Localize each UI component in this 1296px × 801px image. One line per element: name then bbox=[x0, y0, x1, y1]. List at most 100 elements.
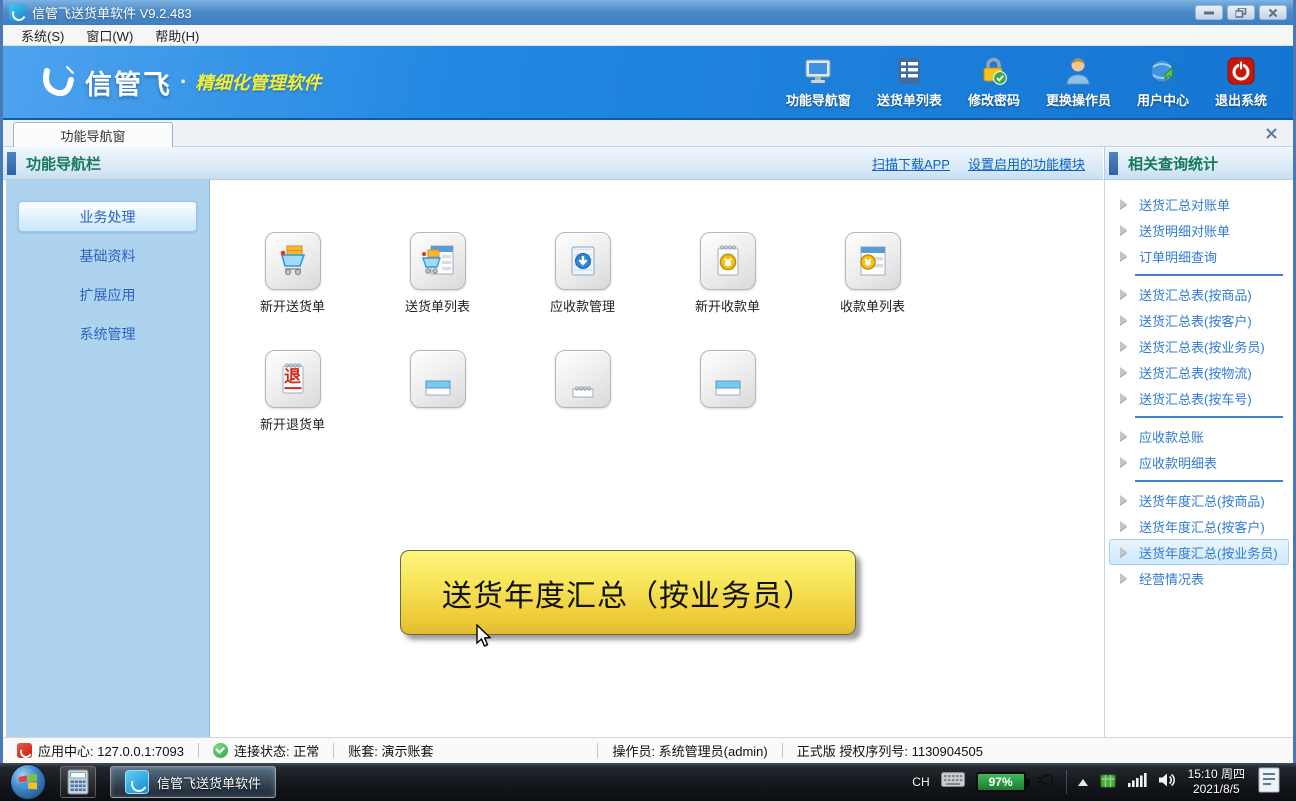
toolbar-user-center-button[interactable]: 用户中心 bbox=[1137, 55, 1189, 109]
language-indicator[interactable]: CH bbox=[912, 775, 929, 789]
menu-window[interactable]: 窗口(W) bbox=[76, 25, 143, 46]
sidebar-item-extensions[interactable]: 扩展应用 bbox=[18, 279, 197, 310]
module-settings-link[interactable]: 设置启用的功能模块 bbox=[968, 154, 1085, 173]
action-center-icon[interactable] bbox=[1256, 766, 1282, 799]
window-icon bbox=[699, 350, 756, 408]
launcher-delivery-note-list[interactable]: 送货单列表 bbox=[365, 232, 510, 315]
menu-bar: 系统(S) 窗口(W) 帮助(H) bbox=[3, 25, 1293, 46]
launcher-hidden-item[interactable] bbox=[365, 350, 510, 433]
brand-dot: · bbox=[180, 69, 188, 94]
status-operator: 操作员: 系统管理员(admin) bbox=[612, 744, 768, 759]
notepad-icon bbox=[554, 350, 611, 408]
launcher-hidden-item[interactable] bbox=[655, 350, 800, 433]
query-item[interactable]: 应收款总账 bbox=[1109, 423, 1289, 449]
sidebar-item-basic-data[interactable]: 基础资料 bbox=[18, 240, 197, 271]
header-accent bbox=[7, 151, 16, 175]
tray-app-icon[interactable] bbox=[1099, 771, 1117, 794]
keyboard-icon[interactable] bbox=[940, 772, 965, 792]
launcher-receivables-management[interactable]: 应收款管理 bbox=[510, 232, 655, 315]
menu-help[interactable]: 帮助(H) bbox=[145, 25, 209, 46]
hover-tooltip: 送货年度汇总（按业务员） bbox=[400, 550, 856, 635]
minimize-button[interactable] bbox=[1195, 5, 1223, 20]
launcher-new-delivery-note[interactable]: 新开送货单 bbox=[220, 232, 365, 315]
toolbar-nav-window-button[interactable]: 功能导航窗 bbox=[786, 55, 851, 109]
close-button[interactable] bbox=[1259, 5, 1287, 20]
status-app-center: 应用中心: 127.0.0.1:7093 bbox=[3, 741, 198, 760]
sidebar-item-business[interactable]: 业务处理 bbox=[18, 201, 197, 232]
launcher-receipt-list[interactable]: 收款单列表 bbox=[800, 232, 945, 315]
status-account-set: 账套: 演示账套 bbox=[348, 744, 434, 759]
monitor-icon bbox=[802, 55, 834, 87]
header-accent bbox=[1109, 151, 1118, 175]
banner: 信管飞 · 精细化管理软件 功能导航窗 送货单列表 修改密码 更换操作员 用户中… bbox=[3, 46, 1293, 120]
brand-logo-icon bbox=[37, 62, 77, 102]
query-item[interactable]: 送货汇总表(按业务员) bbox=[1109, 333, 1289, 359]
status-bar: 应用中心: 127.0.0.1:7093 连接状态: 正常 账套: 演示账套 操… bbox=[3, 737, 1293, 763]
calculator-taskbar-button[interactable] bbox=[60, 766, 96, 798]
query-panel: 送货汇总对账单 送货明细对账单 订单明细查询 送货汇总表(按商品) 送货汇总表(… bbox=[1104, 180, 1293, 737]
list-icon bbox=[893, 55, 925, 87]
title-bar: 信管飞送货单软件 V9.2.483 bbox=[3, 0, 1293, 25]
globe-icon bbox=[1147, 55, 1179, 87]
system-tray: CH 97% 15:10 周四 2021/8/5 bbox=[912, 766, 1296, 799]
query-item[interactable]: 送货汇总表(按物流) bbox=[1109, 359, 1289, 385]
toolbar: 功能导航窗 送货单列表 修改密码 更换操作员 用户中心 退出系统 bbox=[786, 55, 1267, 109]
show-hidden-icons[interactable] bbox=[1077, 778, 1088, 786]
mouse-cursor bbox=[475, 623, 493, 653]
launcher-hidden-item[interactable] bbox=[510, 350, 655, 433]
restore-button[interactable] bbox=[1227, 5, 1255, 20]
tooltip-text: 送货年度汇总（按业务员） bbox=[442, 579, 814, 613]
status-connection: 连接状态: 正常 bbox=[199, 741, 333, 760]
arrow-icon bbox=[1120, 521, 1127, 531]
taskbar-app-button[interactable]: 信管飞送货单软件 bbox=[110, 766, 277, 798]
query-item[interactable]: 经营情况表 bbox=[1109, 565, 1289, 591]
toolbar-delivery-list-button[interactable]: 送货单列表 bbox=[877, 55, 942, 109]
launcher-new-receipt[interactable]: 新开收款单 bbox=[655, 232, 800, 315]
nav-panel-title: 功能导航栏 bbox=[26, 155, 102, 173]
brand-slogan: 精细化管理软件 bbox=[195, 73, 322, 93]
window-title: 信管飞送货单软件 V9.2.483 bbox=[32, 6, 192, 21]
list-separator bbox=[1135, 274, 1283, 276]
tab-nav-window[interactable]: 功能导航窗 bbox=[13, 122, 173, 147]
arrow-icon bbox=[1120, 341, 1127, 351]
start-button[interactable] bbox=[10, 764, 46, 800]
arrow-icon bbox=[1120, 547, 1127, 557]
network-icon[interactable] bbox=[1127, 772, 1147, 792]
section-headers: 功能导航栏 扫描下载APP 设置启用的功能模块 相关查询统计 bbox=[3, 147, 1293, 180]
query-item[interactable]: 送货年度汇总(按商品) bbox=[1109, 487, 1289, 513]
query-item[interactable]: 送货汇总表(按车号) bbox=[1109, 385, 1289, 411]
app-logo-icon bbox=[9, 4, 26, 21]
arrow-icon bbox=[1120, 367, 1127, 377]
download-app-link[interactable]: 扫描下载APP bbox=[872, 154, 950, 173]
toolbar-change-password-button[interactable]: 修改密码 bbox=[968, 55, 1020, 109]
launcher-new-return-note[interactable]: 退 新开退货单 bbox=[220, 350, 365, 433]
query-item[interactable]: 应收款明细表 bbox=[1109, 449, 1289, 475]
connection-ok-icon bbox=[212, 743, 228, 758]
tray-divider bbox=[1065, 770, 1067, 794]
arrow-icon bbox=[1120, 199, 1127, 209]
nav-panel-header: 功能导航栏 扫描下载APP 设置启用的功能模块 bbox=[3, 147, 1103, 180]
query-item[interactable]: 送货年度汇总(按客户) bbox=[1109, 513, 1289, 539]
query-item[interactable]: 送货汇总表(按商品) bbox=[1109, 281, 1289, 307]
battery-indicator[interactable]: 97% bbox=[975, 772, 1030, 792]
volume-icon[interactable] bbox=[1158, 772, 1177, 793]
query-item[interactable]: 送货汇总表(按客户) bbox=[1109, 307, 1289, 333]
query-panel-header: 相关查询统计 bbox=[1104, 147, 1293, 180]
cart-icon bbox=[264, 232, 321, 290]
toolbar-switch-operator-button[interactable]: 更换操作员 bbox=[1046, 55, 1111, 109]
sidebar-item-system[interactable]: 系统管理 bbox=[18, 318, 197, 349]
tab-close-icon[interactable] bbox=[1263, 125, 1279, 141]
menu-system[interactable]: 系统(S) bbox=[11, 25, 74, 46]
query-item[interactable]: 送货汇总对账单 bbox=[1109, 191, 1289, 217]
query-item-selected[interactable]: 送货年度汇总(按业务员) bbox=[1109, 539, 1289, 565]
taskbar-clock[interactable]: 15:10 周四 2021/8/5 bbox=[1188, 767, 1245, 797]
query-item[interactable]: 订单明细查询 bbox=[1109, 243, 1289, 269]
window-coin-icon bbox=[844, 232, 901, 290]
toolbar-exit-button[interactable]: 退出系统 bbox=[1215, 55, 1267, 109]
tab-strip: 功能导航窗 bbox=[3, 120, 1293, 147]
notepad-coin-icon bbox=[699, 232, 756, 290]
app-logo-icon bbox=[125, 770, 149, 794]
power-icon bbox=[1225, 55, 1257, 87]
query-item[interactable]: 送货明细对账单 bbox=[1109, 217, 1289, 243]
status-license: 正式版 授权序列号: 1130904505 bbox=[796, 744, 983, 759]
